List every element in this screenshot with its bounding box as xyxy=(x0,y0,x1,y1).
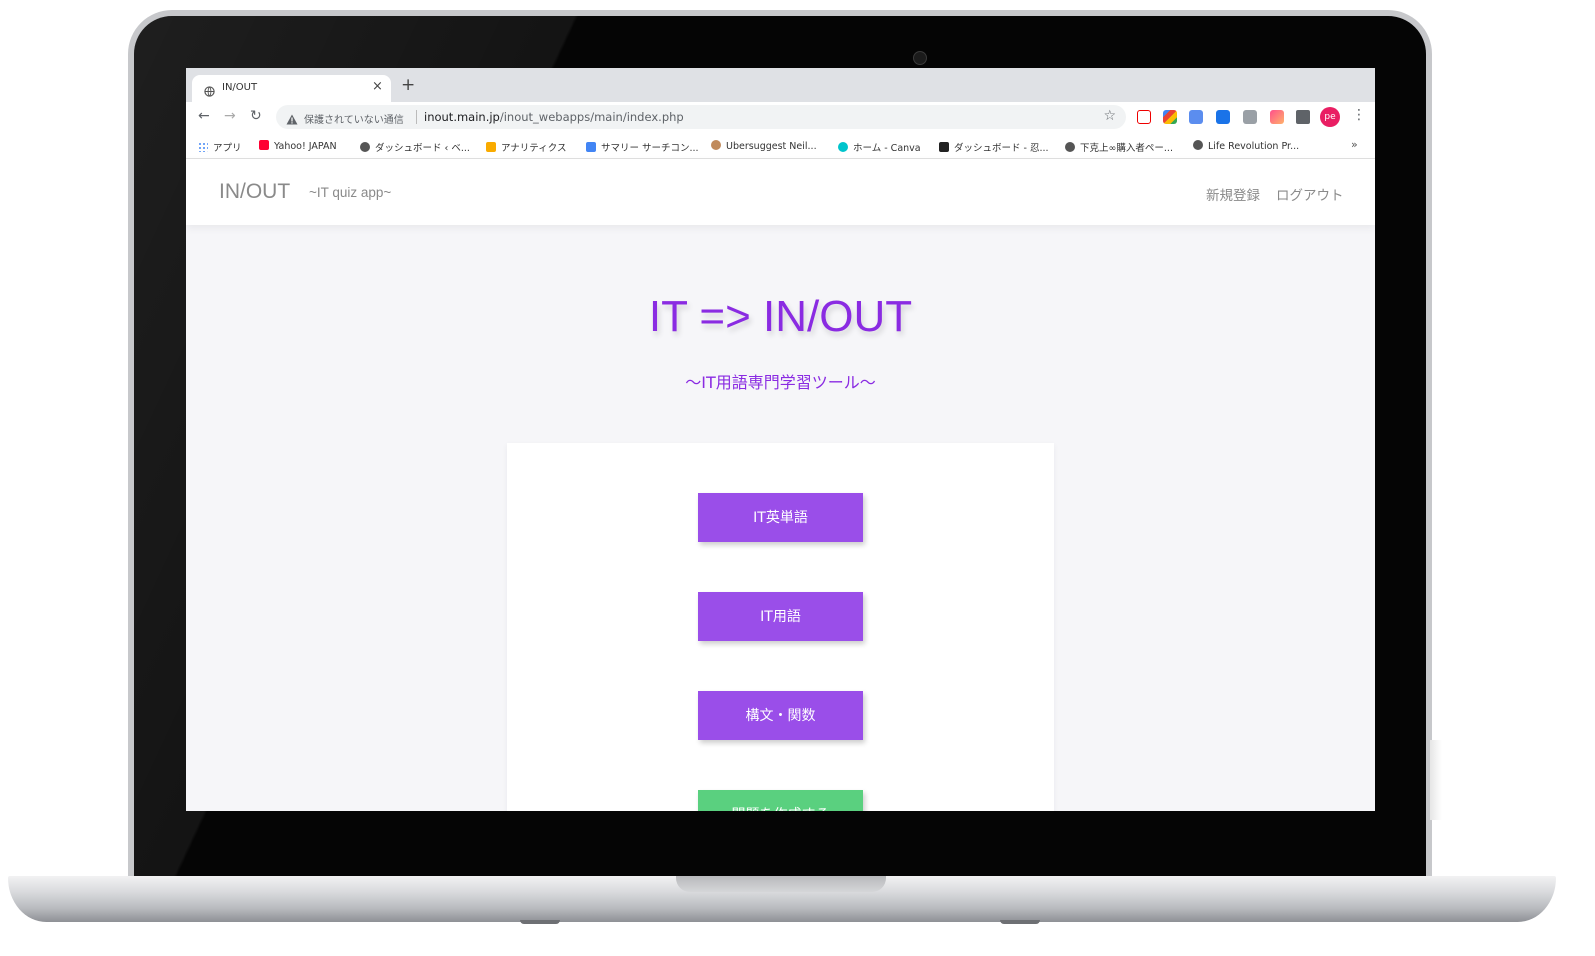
address-bar[interactable]: 保護されていない通信 inout.main.jp/inout_webapps/m… xyxy=(276,105,1126,129)
forward-button[interactable]: → xyxy=(224,108,236,124)
bookmark-label: Yahoo! JAPAN xyxy=(274,141,337,152)
bookmark-ninja[interactable]: ダッシュボード - 忍... xyxy=(939,140,1049,154)
puzzle-extensions-icon[interactable] xyxy=(1296,110,1310,124)
yahoo-icon xyxy=(259,140,269,150)
download-extension-icon[interactable] xyxy=(1216,110,1230,124)
bookmark-apps[interactable]: アプリ xyxy=(198,140,242,154)
bookmark-analytics[interactable]: アナリティクス xyxy=(486,140,566,154)
site-tagline: ~IT quiz app~ xyxy=(309,185,392,200)
apps-grid-icon xyxy=(198,142,208,152)
url-text[interactable]: inout.main.jp/inout_webapps/main/index.p… xyxy=(424,110,684,124)
search-console-icon xyxy=(586,142,596,152)
bookmark-label: ダッシュボード ‹ ベ... xyxy=(375,143,470,154)
syntax-functions-button[interactable]: 構文・関数 xyxy=(698,691,863,740)
close-icon[interactable]: × xyxy=(372,79,383,94)
bookmarks-bar: アプリ Yahoo! JAPAN ダッシュボード ‹ ベ... アナリティクス … xyxy=(186,132,1375,159)
laptop-notch xyxy=(676,876,886,892)
browser-toolbar: ← → ↻ 保護されていない通信 inout.main.jp/inout_web… xyxy=(186,102,1375,132)
bookmark-label: Ubersuggest Neil... xyxy=(726,141,817,152)
profile-avatar[interactable]: pe xyxy=(1320,107,1340,127)
bookmark-life-revolution[interactable]: Life Revolution Pr... xyxy=(1193,140,1299,152)
bookmark-label: アナリティクス xyxy=(501,143,567,154)
browser-tab[interactable]: IN/OUT × xyxy=(192,75,391,102)
bookmark-label: アプリ xyxy=(213,143,242,154)
bookmark-search-console[interactable]: サマリー サーチコン... xyxy=(586,140,699,154)
bookmark-label: ダッシュボード - 忍... xyxy=(954,143,1049,154)
menu-card: IT英単語 IT用語 構文・関数 問題を作成する xyxy=(507,443,1054,811)
user-icon xyxy=(360,142,370,152)
laptop-foot xyxy=(520,920,560,924)
camera-extension-icon[interactable] xyxy=(1243,110,1257,124)
yahoo-extension-icon[interactable] xyxy=(1137,110,1151,124)
color-extension-icon[interactable] xyxy=(1270,110,1284,124)
screen: IN/OUT × + ← → ↻ 保護されていない通信 inout.main.j… xyxy=(186,68,1375,811)
globe-icon xyxy=(1065,142,1075,152)
site-brand[interactable]: IN/OUT xyxy=(219,180,290,204)
site-navbar: IN/OUT ~IT quiz app~ 新規登録 ログアウト xyxy=(186,159,1375,225)
bookmarks-more-button[interactable]: » xyxy=(1351,138,1358,151)
translate-extension-icon[interactable] xyxy=(1189,110,1203,124)
bookmark-canva[interactable]: ホーム - Canva xyxy=(838,140,921,154)
menu-icon[interactable]: ⋮ xyxy=(1352,107,1366,123)
camera-icon xyxy=(913,51,927,65)
bookmark-yahoo[interactable]: Yahoo! JAPAN xyxy=(259,140,337,152)
url-path: /inout_webapps/main/index.php xyxy=(499,110,684,124)
security-label[interactable]: 保護されていない通信 xyxy=(304,111,404,126)
reload-button[interactable]: ↻ xyxy=(250,108,262,124)
globe-icon xyxy=(204,82,215,101)
bookmark-star-icon[interactable]: ☆ xyxy=(1103,108,1116,124)
tab-title: IN/OUT xyxy=(222,82,258,93)
it-terms-button[interactable]: IT用語 xyxy=(698,592,863,641)
bookmark-label: サマリー サーチコン... xyxy=(601,143,699,154)
create-question-button[interactable]: 問題を作成する xyxy=(698,790,863,811)
bookmark-gekokujo[interactable]: 下克上∞購入者ペー... xyxy=(1065,140,1173,154)
laptop-shadow xyxy=(1430,740,1442,820)
divider xyxy=(416,110,417,124)
ubersuggest-icon xyxy=(711,140,721,150)
bookmark-label: Life Revolution Pr... xyxy=(1208,141,1300,152)
google-extension-icon[interactable] xyxy=(1163,110,1177,124)
warning-icon xyxy=(286,110,298,129)
ninja-icon xyxy=(939,142,949,152)
register-link[interactable]: 新規登録 xyxy=(1206,184,1260,204)
bookmark-dashboard[interactable]: ダッシュボード ‹ ベ... xyxy=(360,140,470,154)
hero-title: IT => IN/OUT xyxy=(648,292,913,341)
bookmark-label: 下克上∞購入者ペー... xyxy=(1080,143,1173,154)
hero-subtitle: 〜IT用語専門学習ツール〜 xyxy=(685,373,876,392)
canva-icon xyxy=(838,142,848,152)
logout-link[interactable]: ログアウト xyxy=(1276,184,1344,204)
url-host: inout.main.jp xyxy=(424,110,500,124)
it-english-words-button[interactable]: IT英単語 xyxy=(698,493,863,542)
globe-icon xyxy=(1193,140,1203,150)
web-page: IN/OUT ~IT quiz app~ 新規登録 ログアウト IT => IN… xyxy=(186,159,1375,811)
bookmark-label: ホーム - Canva xyxy=(853,143,921,154)
bookmark-ubersuggest[interactable]: Ubersuggest Neil... xyxy=(711,140,817,152)
laptop-foot xyxy=(1000,920,1040,924)
analytics-icon xyxy=(486,142,496,152)
new-tab-button[interactable]: + xyxy=(401,77,415,94)
tab-strip: IN/OUT × + xyxy=(186,68,1375,102)
back-button[interactable]: ← xyxy=(198,108,210,124)
